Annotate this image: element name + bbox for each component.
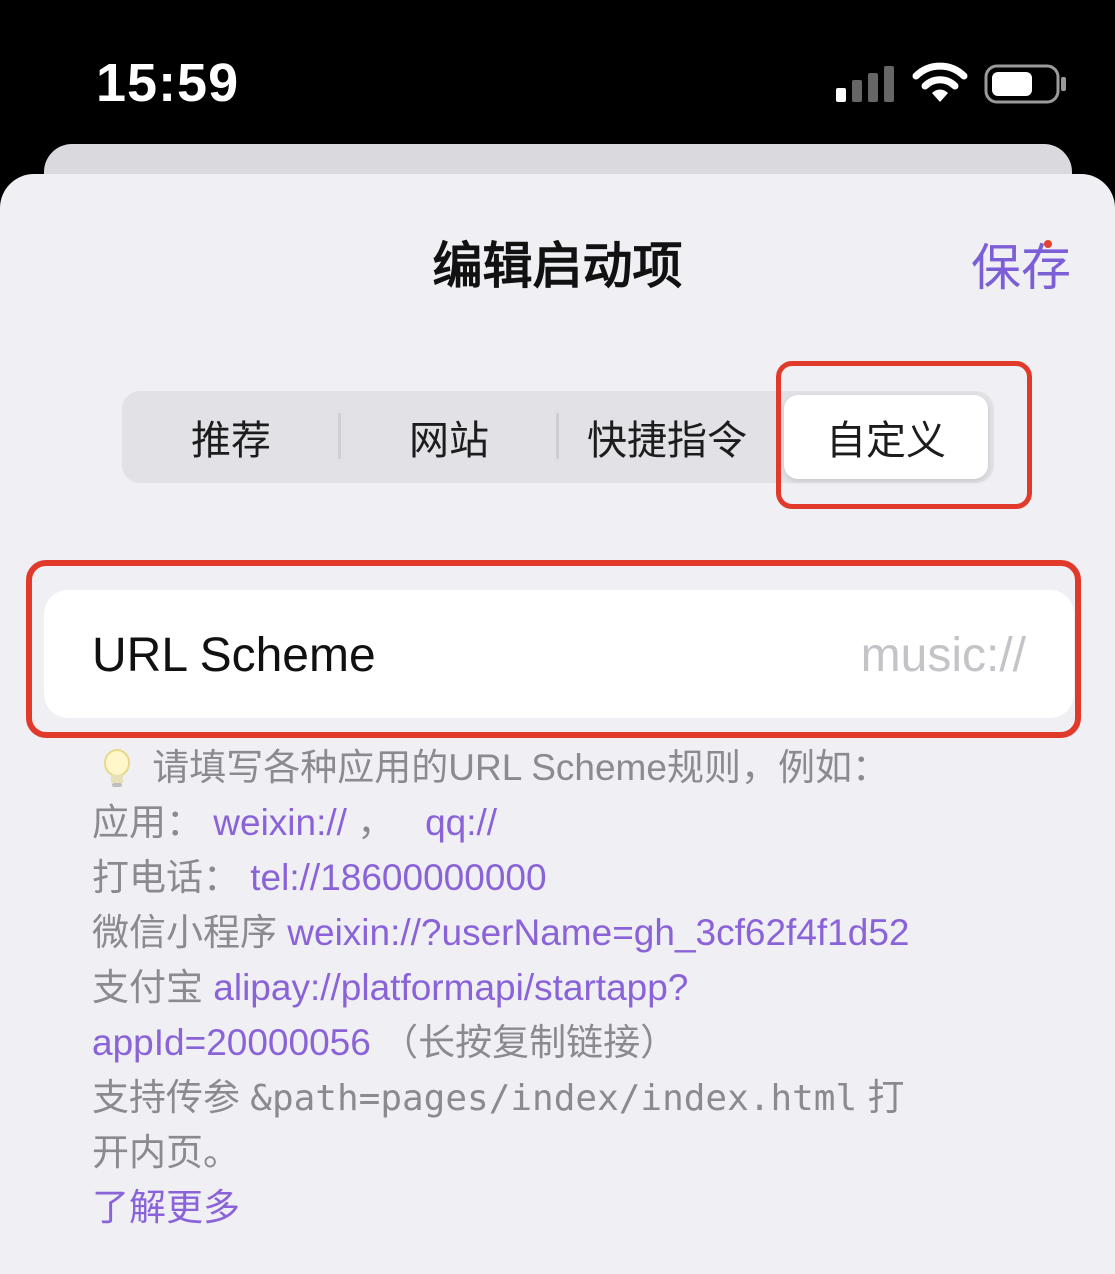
app-example-qq[interactable]: qq:// [425,802,497,843]
help-param-example: &path=pages/index/index.html [250,1078,858,1119]
page-title: 编辑启动项 [432,238,683,294]
help-intro: 请填写各种应用的URL Scheme规则，例如： [152,747,889,788]
help-apps-separator: ， [357,802,395,843]
miniprogram-example-link[interactable]: weixin://?userName=gh_3cf62f4f1d52 [287,912,909,953]
wifi-icon [912,62,968,102]
save-button[interactable]: 保存 [971,228,1071,300]
alipay-example-link-cont[interactable]: appId=20000056 [92,1022,371,1063]
status-time: 15:59 [96,53,240,113]
cellular-signal-icon [836,66,894,102]
help-miniprogram-prefix: 微信小程序 [92,912,277,953]
tab-recommend[interactable]: 推荐 [122,391,340,483]
save-badge-dot [1044,240,1052,248]
lightbulb-icon [104,749,130,788]
help-param-suffix: 打 [867,1077,905,1118]
app-example-weixin[interactable]: weixin:// [213,802,347,843]
help-text: 请填写各种应用的URL Scheme规则，例如： 应用： weixin:// ，… [92,740,1092,1235]
help-alipay-suffix: （长按复制链接） [381,1022,678,1063]
tab-website[interactable]: 网站 [340,391,558,483]
help-param-suffix-cont: 开内页。 [92,1132,240,1173]
help-phone-prefix: 打电话： [92,857,240,898]
help-alipay-prefix: 支付宝 [92,967,203,1008]
alipay-example-link[interactable]: alipay://platformapi/startapp? [213,967,688,1008]
learn-more-link[interactable]: 了解更多 [92,1187,240,1228]
highlight-box-tab [776,361,1032,509]
phone-example-link[interactable]: tel://18600000000 [250,857,546,898]
battery-icon [984,64,1066,104]
tab-shortcuts[interactable]: 快捷指令 [558,391,776,483]
highlight-box-url [26,560,1081,738]
help-apps-prefix: 应用： [92,802,203,843]
help-param-prefix: 支持传参 [92,1077,240,1118]
